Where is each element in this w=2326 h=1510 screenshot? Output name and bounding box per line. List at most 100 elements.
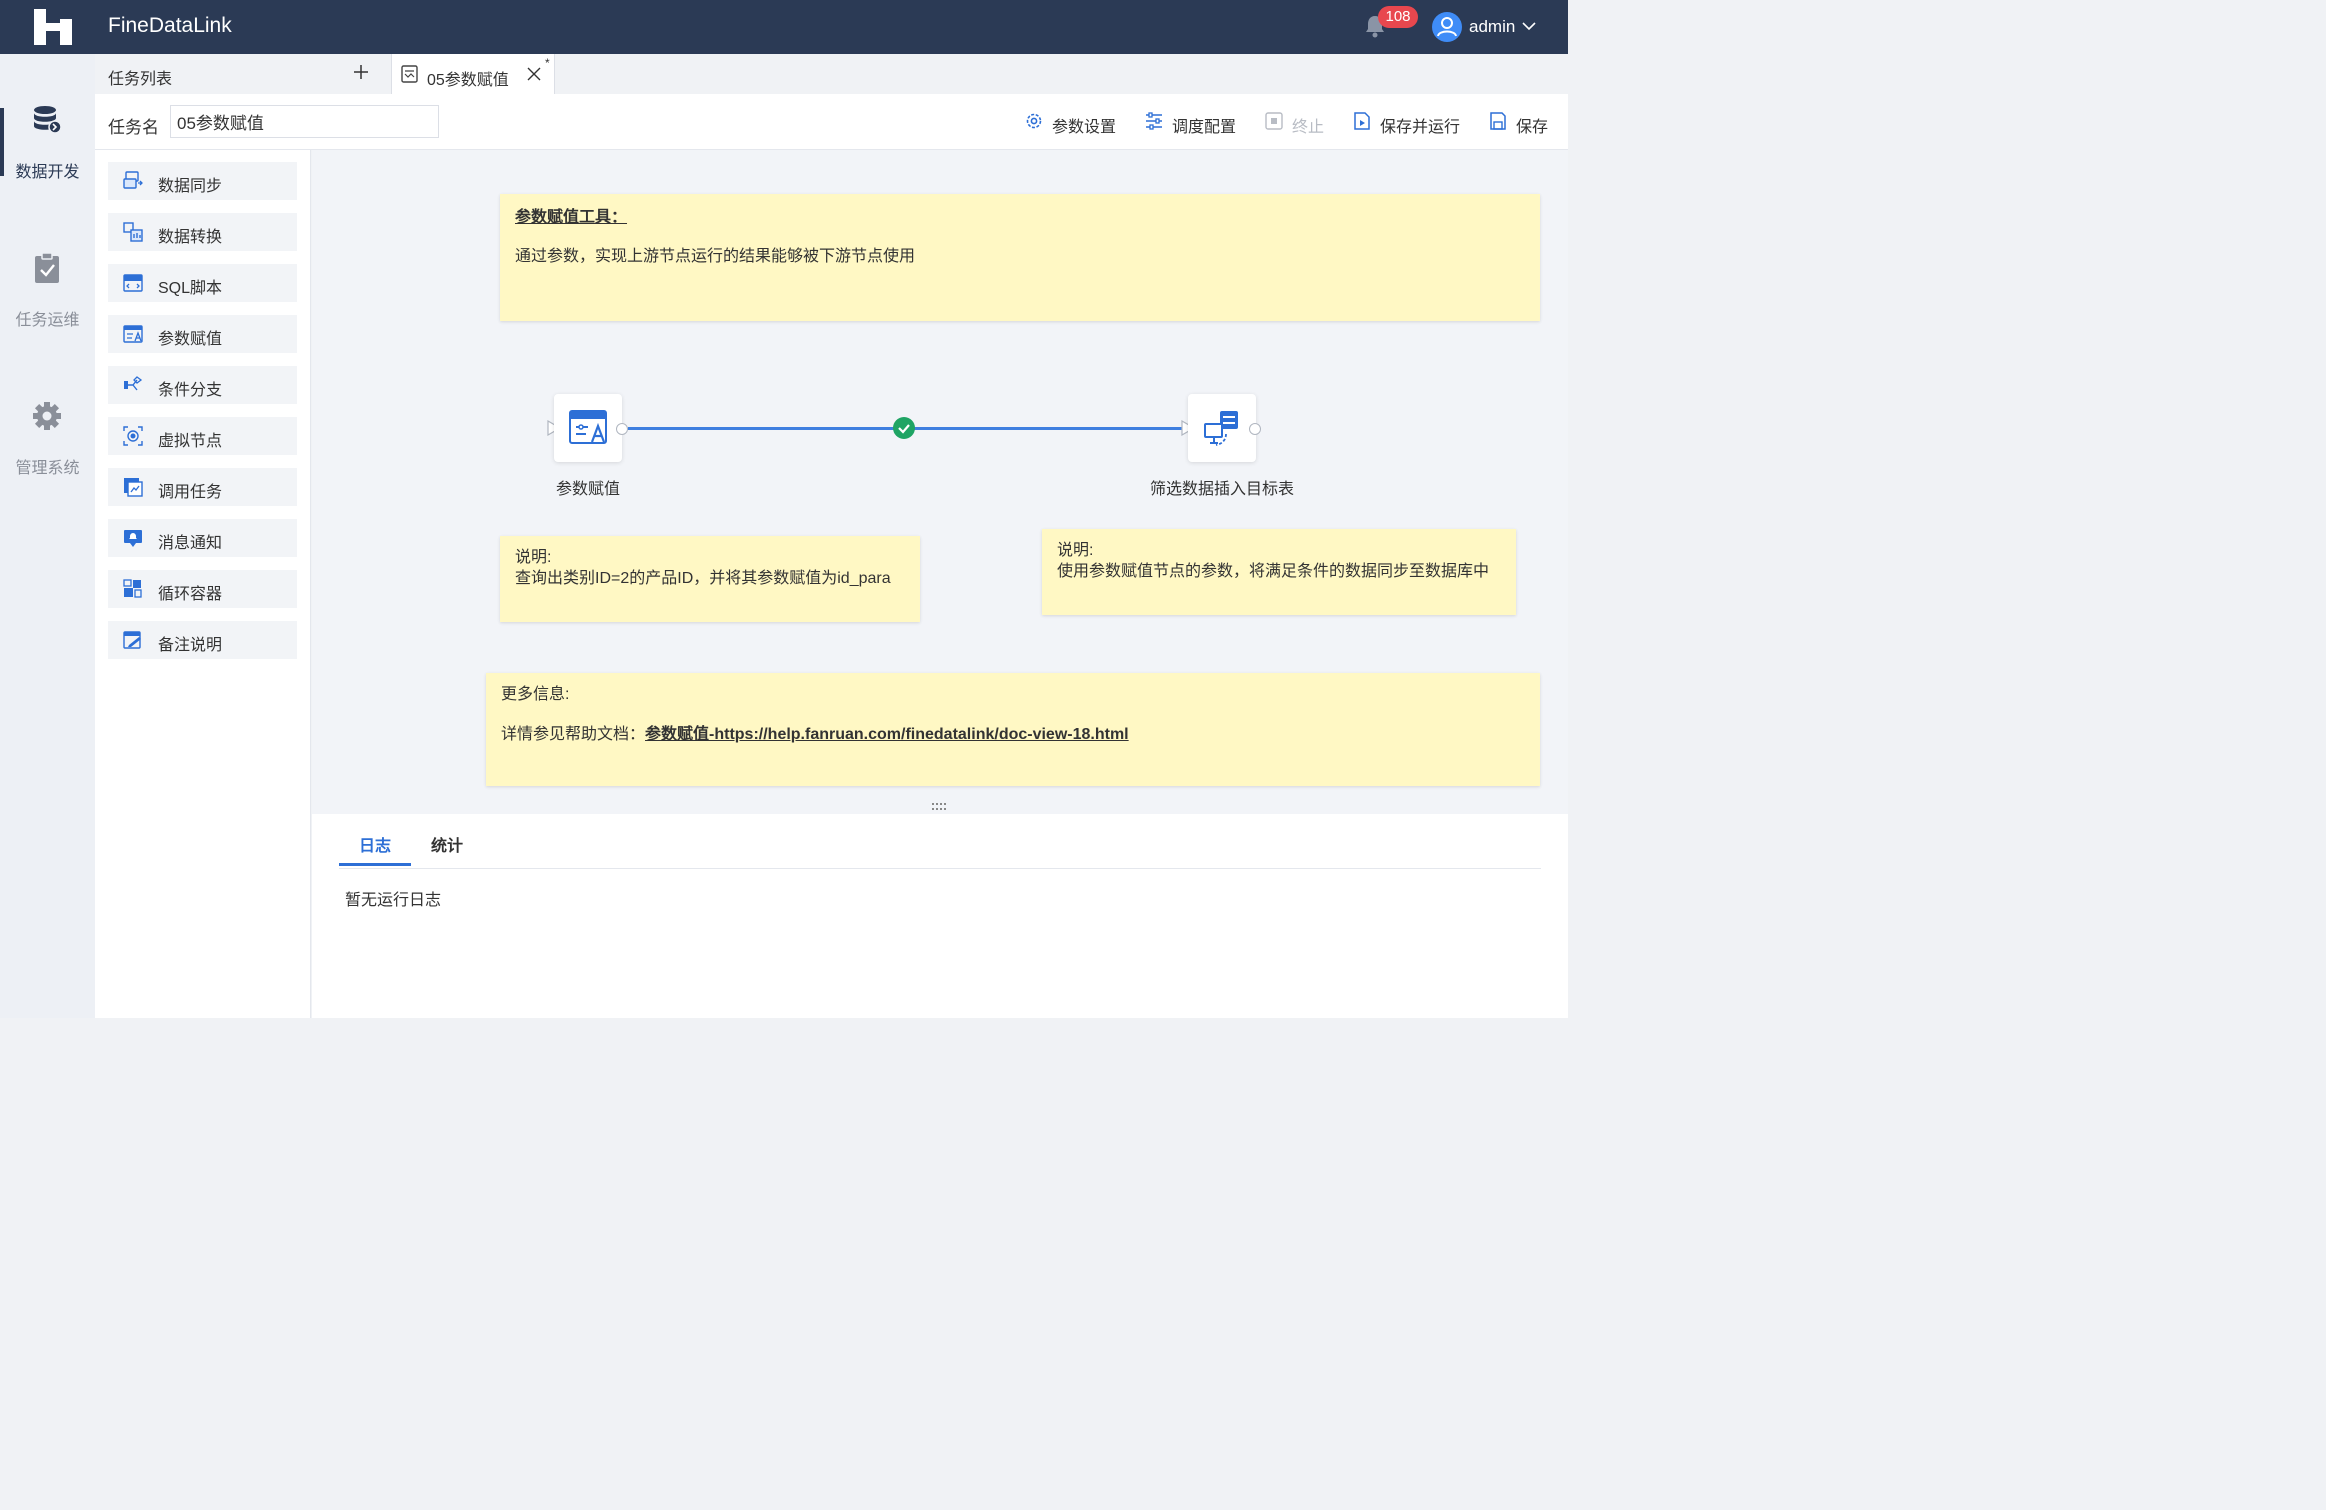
message-notify-icon (124, 530, 142, 547)
node-label-target: 筛选数据插入目标表 (1149, 481, 1294, 498)
save-button[interactable]: 保存 (1488, 111, 1552, 136)
node-filter-insert-target[interactable] (1188, 394, 1256, 462)
nav-label-data-development: 数据开发 (15, 164, 80, 181)
sliders-icon (1146, 112, 1162, 130)
component-label: SQL脚本 (158, 280, 223, 297)
terminate-button[interactable]: 终止 (1264, 111, 1328, 136)
app-title: FineDataLink (108, 14, 232, 37)
component-call-task[interactable]: 调用任务 (108, 468, 297, 506)
tab-label: 05参数赋值 (427, 72, 509, 89)
stop-icon (1265, 112, 1283, 130)
loop-container-icon (123, 579, 142, 598)
save-label: 保存 (1516, 119, 1549, 136)
nav-item-admin-system[interactable]: 管理系统 (0, 400, 95, 510)
terminate-label: 终止 (1292, 119, 1325, 136)
component-label: 调用任务 (158, 484, 223, 501)
save-and-run-label: 保存并运行 (1380, 119, 1461, 136)
component-label: 消息通知 (158, 535, 223, 552)
nav-label-task-ops: 任务运维 (15, 312, 80, 329)
nav-item-data-development[interactable]: 数据开发 (0, 104, 95, 214)
component-param-assign[interactable]: 参数赋值 (108, 315, 297, 353)
component-data-sync[interactable]: 数据同步 (108, 162, 297, 200)
avatar[interactable] (1432, 12, 1462, 42)
component-message-notify[interactable]: 消息通知 (108, 519, 297, 557)
branch-icon (124, 376, 143, 391)
note-intro-title: 参数赋值工具： (515, 209, 628, 226)
schedule-config-label: 调度配置 (1172, 119, 1237, 136)
save-run-icon (1354, 112, 1370, 130)
param-assign-icon (123, 325, 143, 343)
component-remark[interactable]: 备注说明 (108, 621, 297, 659)
tab-task-list[interactable]: 任务列表 (95, 54, 392, 94)
virtual-node-icon (123, 426, 143, 446)
component-sql-script[interactable]: SQL脚本 (108, 264, 297, 302)
component-label: 参数赋值 (158, 331, 223, 348)
top-bar: FineDataLink 108 admin (0, 0, 1568, 54)
note-more-prefix: 详情参见帮助文档： (501, 726, 646, 743)
note-right-description[interactable]: 说明: 使用参数赋值节点的参数，将满足条件的数据同步至数据库中 (1042, 529, 1516, 615)
divider (339, 868, 1541, 869)
component-label: 条件分支 (158, 382, 223, 399)
note-more-line: 详情参见帮助文档：参数赋值-https://help.fanruan.com/f… (501, 720, 1129, 744)
save-and-run-button[interactable]: 保存并运行 (1352, 111, 1464, 136)
log-panel: 日志 统计 暂无运行日志 (312, 814, 1568, 1018)
chevron-down-icon[interactable] (1521, 19, 1537, 33)
output-port[interactable] (616, 423, 628, 435)
user-name[interactable]: admin (1469, 17, 1515, 37)
task-name-input[interactable] (170, 105, 439, 138)
tab-statistics[interactable]: 统计 (431, 832, 463, 856)
note-more-info[interactable]: 更多信息: 详情参见帮助文档：参数赋值-https://help.fanruan… (486, 673, 1540, 786)
param-settings-label: 参数设置 (1052, 119, 1117, 136)
drag-handle-icon[interactable] (931, 802, 949, 812)
close-icon[interactable] (527, 67, 541, 81)
database-icon (34, 106, 62, 134)
finedatalink-logo-icon[interactable] (34, 9, 72, 45)
component-panel: 数据同步 数据转换 SQL脚本 参数赋值 条件分支 虚拟节点 调用任务 消息通知… (95, 150, 311, 1018)
component-label: 循环容器 (158, 586, 223, 603)
output-port[interactable] (1249, 423, 1261, 435)
component-label: 虚拟节点 (158, 433, 223, 450)
note-right-body: 使用参数赋值节点的参数，将满足条件的数据同步至数据库中 (1057, 563, 1490, 580)
component-data-transform[interactable]: 数据转换 (108, 213, 297, 251)
data-sync-icon (1204, 411, 1238, 446)
help-doc-link[interactable]: 参数赋值-https://help.fanruan.com/finedatali… (645, 726, 1129, 743)
param-assign-icon (569, 410, 607, 444)
nav-label-admin-system: 管理系统 (15, 460, 80, 477)
node-param-assign[interactable] (554, 394, 622, 462)
schedule-config-button[interactable]: 调度配置 (1144, 111, 1240, 136)
component-condition-branch[interactable]: 条件分支 (108, 366, 297, 404)
tab-log[interactable]: 日志 (359, 832, 391, 856)
task-toolbar: 任务名 参数设置 调度配置 终止 保存并运行 (95, 94, 1568, 150)
save-icon (1490, 112, 1506, 130)
component-label: 备注说明 (158, 637, 223, 654)
gear-icon (33, 402, 61, 430)
component-virtual-node[interactable]: 虚拟节点 (108, 417, 297, 455)
user-icon (1437, 17, 1457, 37)
sql-script-icon (123, 274, 143, 292)
success-check-icon (893, 417, 915, 439)
unsaved-marker: * (545, 56, 550, 70)
nav-item-task-ops[interactable]: 任务运维 (0, 252, 95, 362)
plus-icon[interactable] (353, 64, 369, 80)
note-intro[interactable]: 参数赋值工具： 通过参数，实现上游节点运行的结果能够被下游节点使用 (500, 194, 1540, 321)
tabs-bar: 任务列表 05参数赋值 * (95, 54, 1568, 94)
data-transform-icon (123, 222, 143, 242)
component-label: 数据转换 (158, 229, 223, 246)
panel-splitter[interactable] (312, 800, 1568, 814)
note-more-heading: 更多信息: (501, 686, 570, 703)
notification-badge[interactable]: 108 (1378, 6, 1418, 28)
clipboard-check-icon (35, 252, 59, 283)
note-intro-body: 通过参数，实现上游节点运行的结果能够被下游节点使用 (515, 248, 916, 265)
node-label-source: 参数赋值 (555, 481, 620, 498)
note-left-body: 查询出类别ID=2的产品ID，并将其参数赋值为id_para (515, 570, 891, 587)
left-nav: 数据开发 任务运维 管理系统 (0, 54, 95, 1018)
workflow-canvas[interactable]: 参数赋值工具： 通过参数，实现上游节点运行的结果能够被下游节点使用 参数赋值 筛… (312, 150, 1568, 800)
component-label: 数据同步 (158, 178, 223, 195)
data-sync-icon (123, 171, 143, 189)
remark-icon (123, 631, 141, 649)
note-left-description[interactable]: 说明: 查询出类别ID=2的产品ID，并将其参数赋值为id_para (500, 536, 920, 622)
component-loop-container[interactable]: 循环容器 (108, 570, 297, 608)
tab-05-param-assign[interactable]: 05参数赋值 * (392, 54, 555, 94)
param-settings-button[interactable]: 参数设置 (1024, 111, 1120, 136)
tab-task-list-label: 任务列表 (108, 71, 173, 88)
